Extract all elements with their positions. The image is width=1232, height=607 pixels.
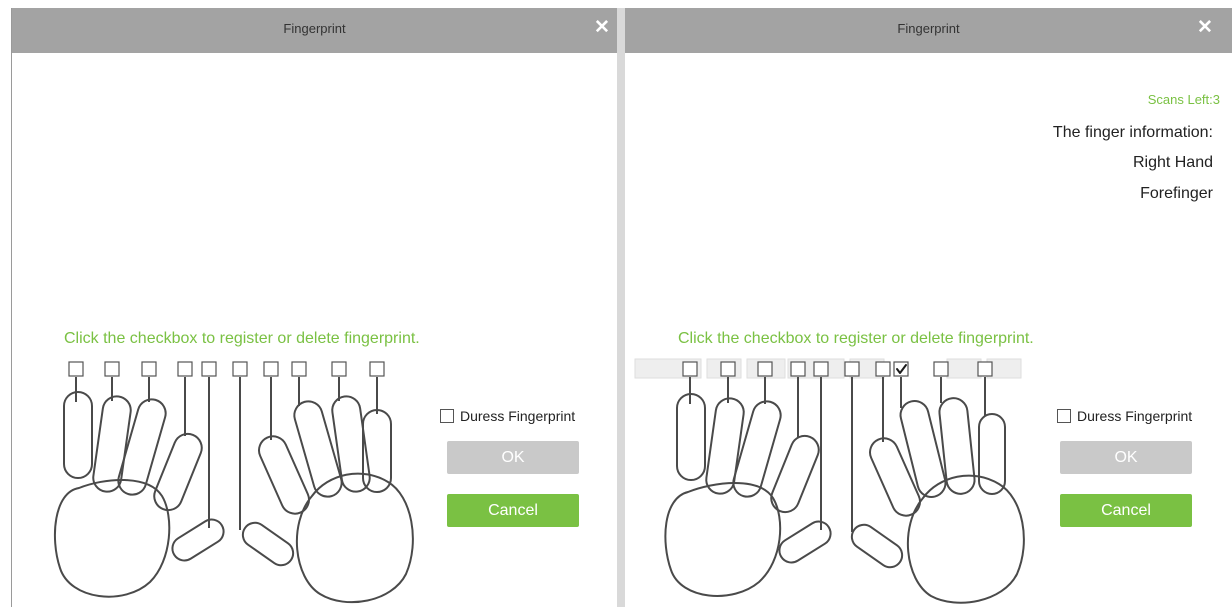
left-ring-outline (92, 395, 132, 493)
left-palm-outline (664, 482, 782, 597)
right-pinky-outline (978, 413, 1006, 495)
finger-checkbox-7[interactable] (875, 361, 891, 377)
panel-divider (617, 8, 625, 607)
left-thumb-outline (171, 518, 225, 562)
finger-checkbox-4[interactable] (177, 361, 193, 377)
finger-checkbox-3[interactable] (141, 361, 157, 377)
right-palm-outline (295, 472, 414, 604)
finger-checkbox-10[interactable] (369, 361, 385, 377)
right-pinky-outline (362, 409, 392, 493)
finger-checkbox-5[interactable] (201, 361, 217, 377)
left-ring-outline (705, 397, 745, 495)
duress-label: Duress Fingerprint (1077, 408, 1193, 424)
finger-checkbox-1[interactable] (682, 361, 698, 377)
left-pinky-outline (676, 393, 706, 481)
duress-checkbox[interactable] (440, 409, 454, 423)
finger-checkbox-5[interactable] (813, 361, 829, 377)
right-ring-outline (331, 395, 371, 493)
finger-checkbox-1[interactable] (68, 361, 84, 377)
duress-label: Duress Fingerprint (460, 408, 576, 424)
finger-checkbox-2[interactable] (720, 361, 736, 377)
finger-checkbox-9[interactable] (933, 361, 949, 377)
finger-leader-lines (689, 377, 986, 532)
finger-checkbox-3[interactable] (757, 361, 773, 377)
finger-checkbox-2[interactable] (104, 361, 120, 377)
finger-leader-lines (75, 377, 378, 530)
left-thumb-outline (778, 520, 832, 564)
ok-button[interactable]: OK (1060, 441, 1192, 474)
cancel-button[interactable]: Cancel (1060, 494, 1192, 527)
finger-checkbox-9[interactable] (331, 361, 347, 377)
finger-checkbox-6[interactable] (232, 361, 248, 377)
finger-checkbox-4[interactable] (790, 361, 806, 377)
left-palm-outline (53, 479, 171, 598)
fingerprint-dialog-left: Fingerprint ✕ Click the checkbox to regi… (11, 8, 617, 607)
left-pinky-outline (63, 391, 93, 479)
right-middle-outline (899, 400, 947, 498)
fingerprint-dialog-right: Fingerprint ✕ Scans Left:3 The finger in… (625, 8, 1232, 607)
ok-button[interactable]: OK (447, 441, 579, 474)
finger-checkboxes (68, 361, 385, 377)
finger-checkbox-6[interactable] (844, 361, 860, 377)
right-thumb-outline (241, 521, 295, 567)
duress-fingerprint-option[interactable]: Duress Fingerprint (440, 408, 575, 424)
right-thumb-outline (850, 523, 904, 569)
finger-checkbox-10[interactable] (977, 361, 993, 377)
finger-checkbox-7[interactable] (263, 361, 279, 377)
duress-fingerprint-option[interactable]: Duress Fingerprint (1057, 408, 1192, 424)
finger-checkbox-8[interactable] (291, 361, 307, 377)
duress-checkbox[interactable] (1057, 409, 1071, 423)
cancel-button[interactable]: Cancel (447, 494, 579, 527)
